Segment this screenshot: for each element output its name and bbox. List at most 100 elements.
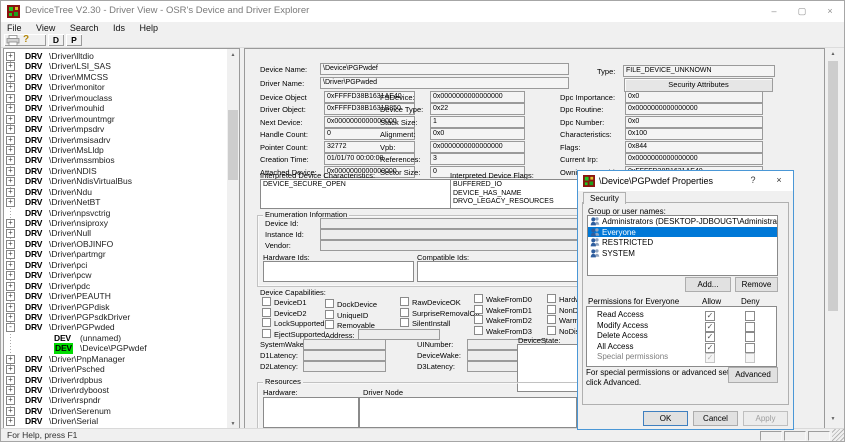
tree-node-path[interactable]: \Driver\nsiproxy	[49, 218, 108, 229]
tree-node-path[interactable]: \Driver\partmgr	[49, 249, 106, 260]
tree-row[interactable]: + DRV \Driver\rdyboost	[4, 385, 227, 395]
tree-expander-icon[interactable]: +	[6, 198, 15, 207]
detail-scrollbar-thumb[interactable]	[828, 61, 838, 311]
detail-scrollbar[interactable]: ▲ ▼	[827, 48, 839, 431]
tree-expander-icon[interactable]: +	[6, 167, 15, 176]
tree-node-path[interactable]: \Driver\mouclass	[49, 93, 112, 104]
checkbox-icon[interactable]	[474, 305, 483, 314]
tree-expander-icon[interactable]: -	[6, 323, 15, 332]
tree-row[interactable]: + DRV \Driver\MMCSS	[4, 72, 227, 82]
tree-row[interactable]: + DRV \Driver\rdpbus	[4, 375, 227, 385]
tree-scrollbar[interactable]: ▲ ▼	[227, 49, 239, 430]
menu-item[interactable]: File	[1, 22, 28, 34]
tree-row[interactable]: + DRV \Driver\mouhid	[4, 103, 227, 113]
tree-row[interactable]: + DRV \Driver\msisadrv	[4, 135, 227, 145]
allow-checkbox-icon[interactable]: ✓	[705, 311, 715, 321]
pnp-view-button[interactable]: P	[66, 34, 82, 46]
help-icon[interactable]: ?	[23, 35, 29, 45]
group-list-item[interactable]: Administrators (DESKTOP-JDBOUGT\Administ…	[588, 216, 777, 227]
tree-row[interactable]: + DRV \Driver\PGPsdkDriver	[4, 312, 227, 322]
tree-expander-icon[interactable]: +	[6, 219, 15, 228]
tree-row[interactable]: DEV (unnamed)	[4, 333, 227, 343]
tree-row[interactable]: + DRV \Driver\mssmbios	[4, 155, 227, 165]
tree-expander-icon[interactable]: +	[6, 115, 15, 124]
checkbox-icon[interactable]	[325, 310, 334, 319]
deny-checkbox-icon[interactable]	[745, 332, 755, 342]
tree-expander-icon[interactable]: +	[6, 376, 15, 385]
tree-row[interactable]: + DRV \Driver\MsLldp	[4, 145, 227, 155]
tree-expander-icon[interactable]: +	[6, 62, 15, 71]
tree-row[interactable]: + DRV \Driver\pcw	[4, 270, 227, 280]
allow-checkbox-icon[interactable]: ✓	[705, 353, 715, 363]
remove-button[interactable]: Remove	[735, 277, 778, 292]
tree-row[interactable]: + DRV \Driver\mountmgr	[4, 114, 227, 124]
tree-expander-icon[interactable]: +	[6, 125, 15, 134]
tree-row[interactable]: + DRV \Driver\OBJINFO	[4, 239, 227, 249]
tree-node-path[interactable]: \Driver\Ndu	[49, 187, 92, 198]
tree-row[interactable]: + DRV \Driver\rspndr	[4, 395, 227, 405]
tree-node-path[interactable]: \Driver\PGPdisk	[49, 302, 109, 313]
tree-expander-icon[interactable]: +	[6, 136, 15, 145]
tree-row[interactable]: + DRV \Driver\LSI_SAS	[4, 61, 227, 71]
tree-row[interactable]: + DRV \Driver\NdisVirtualBus	[4, 176, 227, 186]
tree-node-path[interactable]: \Driver\lltdio	[49, 51, 94, 62]
tree-node-path[interactable]: \Driver\PnpManager	[49, 354, 125, 365]
tree-expander-icon[interactable]: +	[6, 282, 15, 291]
dialog-close-button[interactable]: ×	[767, 171, 791, 191]
tree-expander-icon[interactable]: +	[6, 261, 15, 270]
tree-expander-icon[interactable]: +	[6, 303, 15, 312]
deny-checkbox-icon[interactable]	[745, 311, 755, 321]
tree-node-path[interactable]: \Driver\pdc	[49, 281, 90, 292]
tree-node-path[interactable]: \Driver\pci	[49, 260, 87, 271]
allow-checkbox-icon[interactable]: ✓	[705, 343, 715, 353]
dialog-help-button[interactable]: ?	[741, 171, 765, 191]
tree-node-path[interactable]: \Driver\mssmbios	[49, 155, 115, 166]
tree-row[interactable]: + DRV \Driver\PnpManager	[4, 354, 227, 364]
tree-node-path[interactable]: \Driver\MMCSS	[49, 72, 108, 83]
deny-checkbox-icon[interactable]	[745, 322, 755, 332]
tree-expander-icon[interactable]: +	[6, 240, 15, 249]
tree-node-path[interactable]: \Device\PGPwdef	[80, 343, 147, 354]
tree-expander-icon[interactable]: +	[6, 188, 15, 197]
tree-expander-icon[interactable]: +	[6, 292, 15, 301]
tree-row[interactable]: + DRV \Driver\nsiproxy	[4, 218, 227, 228]
checkbox-icon[interactable]	[547, 305, 556, 314]
tree-node-path[interactable]: \Driver\rdyboost	[49, 385, 109, 396]
checkbox-icon[interactable]	[262, 329, 271, 338]
checkbox-icon[interactable]	[547, 294, 556, 303]
allow-checkbox-icon[interactable]: ✓	[705, 322, 715, 332]
tree-row[interactable]: + DRV \Driver\NetBT	[4, 197, 227, 207]
tree-node-path[interactable]: \Driver\monitor	[49, 82, 105, 93]
tree-expander-icon[interactable]: +	[6, 94, 15, 103]
checkbox-icon[interactable]	[474, 326, 483, 335]
tree-node-path[interactable]: \Driver\OBJINFO	[49, 239, 113, 250]
menu-item[interactable]: Ids	[107, 22, 131, 34]
tree-node-path[interactable]: \Driver\rdpbus	[49, 375, 102, 386]
scroll-up-icon[interactable]: ▲	[227, 49, 239, 61]
tree-node-path[interactable]: \Driver\PGPwded	[49, 322, 115, 333]
tree-node-path[interactable]: \Driver\msisadrv	[49, 135, 110, 146]
tree-node-path[interactable]: \Driver\PEAUTH	[49, 291, 111, 302]
security-attributes-button[interactable]: Security Attributes	[624, 78, 773, 92]
tree-row[interactable]: + DRV \Driver\Psched	[4, 364, 227, 374]
ok-button[interactable]: OK	[643, 411, 688, 426]
tree-expander-icon[interactable]: +	[6, 396, 15, 405]
tree-expander-icon[interactable]: +	[6, 386, 15, 395]
tree-row[interactable]: + DRV \Driver\monitor	[4, 82, 227, 92]
driver-view-button[interactable]: D	[48, 34, 64, 46]
tree-node-path[interactable]: \Driver\LSI_SAS	[49, 61, 111, 72]
tree-row[interactable]: + DRV \Driver\Ndu	[4, 187, 227, 197]
checkbox-icon[interactable]	[325, 320, 334, 329]
tab-security[interactable]: Security	[583, 192, 626, 204]
tree-row[interactable]: + DRV \Driver\partmgr	[4, 249, 227, 259]
tree-expander-icon[interactable]: +	[6, 417, 15, 426]
tree-expander-icon[interactable]: +	[6, 250, 15, 259]
close-button[interactable]: ×	[816, 1, 844, 22]
tree-row[interactable]: - DRV \Driver\PGPwded	[4, 322, 227, 332]
deny-checkbox-icon[interactable]	[745, 343, 755, 353]
checkbox-icon[interactable]	[400, 297, 409, 306]
tree-row[interactable]: DEV \Device\PGPwdef	[4, 343, 227, 353]
checkbox-icon[interactable]	[400, 308, 409, 317]
checkbox-icon[interactable]	[547, 315, 556, 324]
tree-row[interactable]: + DRV \Driver\Serial	[4, 416, 227, 426]
